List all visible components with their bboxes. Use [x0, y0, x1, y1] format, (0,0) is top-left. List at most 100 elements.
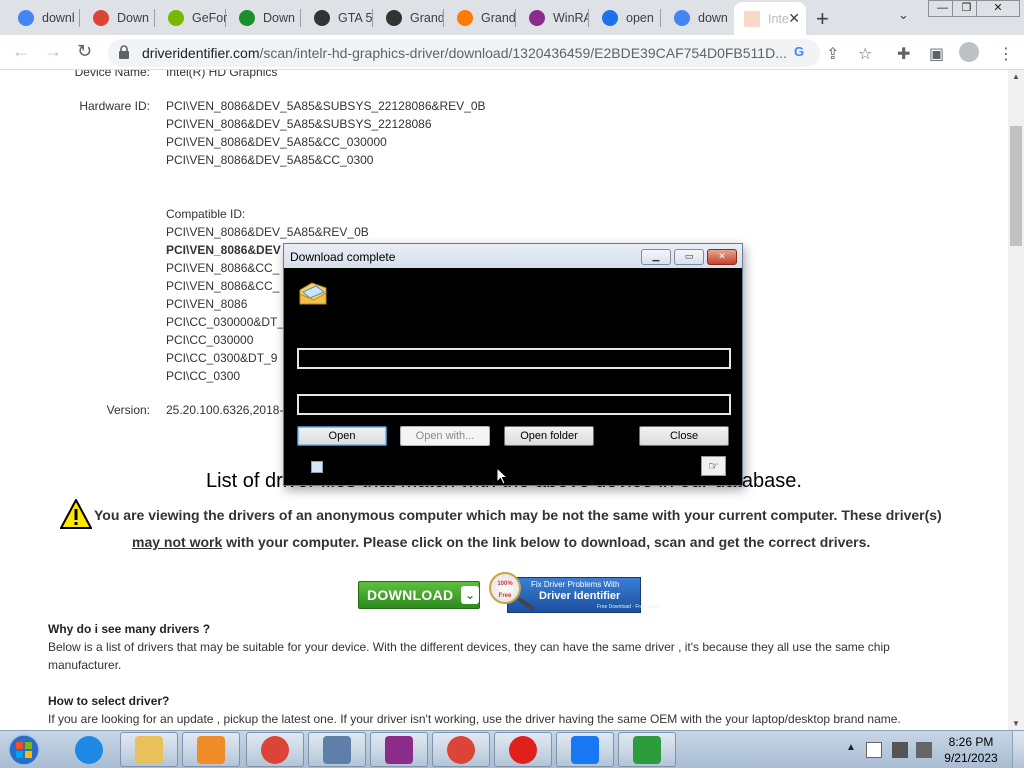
tab-3[interactable]: Down	[229, 4, 299, 31]
tab-search-chevron-icon[interactable]: ⌄	[898, 7, 909, 23]
taskbar-app-2[interactable]	[182, 732, 240, 767]
extensions-icon[interactable]: ✚	[897, 44, 910, 64]
download-button[interactable]: DOWNLOAD ⌄	[358, 581, 480, 609]
tab-title: Grand	[410, 10, 445, 25]
back-icon[interactable]: ←	[12, 41, 30, 62]
hand-pointer-icon[interactable]: ☞	[701, 456, 726, 476]
reload-icon[interactable]: ↻	[77, 41, 92, 62]
dont-show-again-checkbox[interactable]	[311, 461, 323, 473]
compatible-id-item: PCI\VEN_8086&DEV	[166, 243, 281, 257]
close-tab-icon[interactable]: ✕	[788, 10, 800, 27]
may-not-work-link[interactable]: may not work	[132, 534, 222, 550]
scroll-thumb[interactable]	[1010, 126, 1022, 246]
compatible-id-item: PCI\CC_0300&DT_9	[166, 351, 278, 365]
tab-separator	[443, 9, 444, 27]
free-badge: 100% Free	[489, 572, 521, 604]
compatible-id-item: PCI\CC_030000&DT_	[166, 315, 285, 329]
tab-title: GeFor	[192, 10, 228, 25]
warning-text-line2: may not work with your computer. Please …	[132, 534, 870, 550]
taskbar-app-1[interactable]	[120, 732, 178, 767]
system-clock[interactable]: 8:26 PM 9/21/2023	[936, 734, 1006, 766]
tab-7[interactable]: WinRA	[519, 4, 589, 31]
tab-separator	[588, 9, 589, 27]
compatible-id-label: Compatible ID:	[166, 207, 246, 221]
tab-separator	[154, 9, 155, 27]
dialog-maximize-button[interactable]: ▭	[674, 249, 704, 265]
download-label: DOWNLOAD	[367, 587, 454, 603]
taskbar-app-5[interactable]	[370, 732, 428, 767]
winrar-icon	[385, 735, 413, 764]
tab-2[interactable]: GeFor	[158, 4, 228, 31]
banner-line3: Free Download - Free Scan	[597, 604, 659, 610]
taskbar-app-6[interactable]	[432, 732, 490, 767]
tab-4[interactable]: GTA 5	[304, 4, 374, 31]
tab-6[interactable]: Grand	[447, 4, 517, 31]
share-icon[interactable]: ⇪	[826, 44, 839, 64]
page-scrollbar[interactable]: ▲ ▼	[1008, 70, 1024, 730]
gta-icon	[314, 9, 330, 26]
taskbar-app-8[interactable]	[556, 732, 614, 767]
tab-separator	[372, 9, 373, 27]
clock-date: 9/21/2023	[944, 751, 998, 765]
windows-start-button[interactable]	[6, 733, 42, 767]
tab-0[interactable]: downl	[8, 4, 78, 31]
taskbar-app-3[interactable]	[246, 732, 304, 767]
network-icon[interactable]	[892, 742, 908, 758]
taskbar-app-9[interactable]	[618, 732, 676, 767]
play-icon	[239, 9, 255, 26]
fix-driver-banner[interactable]: Fix Driver Problems With Driver Identifi…	[487, 570, 658, 616]
hardware-id-item: PCI\VEN_8086&DEV_5A85&CC_0300	[166, 153, 374, 167]
scroll-down-icon[interactable]: ▼	[1012, 719, 1020, 728]
taskbar: ▲ 8:26 PM 9/21/2023	[0, 730, 1024, 768]
taskbar-app-7[interactable]	[494, 732, 552, 767]
compatible-id-item: PCI\VEN_8086&DEV_5A85&REV_0B	[166, 225, 369, 239]
hardware-id-item: PCI\VEN_8086&DEV_5A85&CC_030000	[166, 135, 387, 149]
page-icon	[744, 10, 760, 27]
gta-icon	[386, 9, 402, 26]
show-desktop-button[interactable]	[1012, 731, 1024, 768]
open-with-button[interactable]: Open with...	[400, 426, 490, 446]
address-bar[interactable]: driveridentifier.com/scan/intelr-hd-grap…	[108, 39, 820, 67]
dialog-title-bar[interactable]: Download complete ▁ ▭ ✕	[284, 244, 742, 268]
url-host: driveridentifier.com	[142, 45, 260, 61]
tab-title: downl	[42, 10, 75, 25]
download-url-field[interactable]	[297, 348, 731, 369]
idm-icon	[633, 735, 661, 764]
why-text: Below is a list of drivers that may be s…	[48, 640, 890, 672]
open-button[interactable]: Open	[297, 426, 387, 446]
taskbar-app-4[interactable]	[308, 732, 366, 767]
tab-title: Down	[117, 10, 149, 25]
taskbar-app-0[interactable]	[60, 732, 118, 767]
browser-toolbar: ← → ↻ driveridentifier.com/scan/intelr-h…	[0, 35, 1024, 70]
tab-9[interactable]: down	[664, 4, 734, 31]
tab-5[interactable]: Grand	[376, 4, 446, 31]
scroll-up-icon[interactable]: ▲	[1012, 72, 1020, 81]
close-button[interactable]: Close	[639, 426, 729, 446]
ie-icon	[75, 735, 103, 764]
flag-icon[interactable]	[866, 742, 882, 758]
lock-icon	[119, 45, 129, 59]
compatible-id-item: PCI\VEN_8086	[166, 297, 248, 311]
dialog-minimize-button[interactable]: ▁	[641, 249, 671, 265]
opera-icon	[509, 735, 537, 764]
tab-1[interactable]: Down	[83, 4, 153, 31]
tray-expand-icon[interactable]: ▲	[846, 742, 856, 753]
volume-muted-icon[interactable]	[916, 742, 932, 758]
google-icon	[18, 9, 34, 26]
tab-8[interactable]: open	[592, 4, 662, 31]
google-lens-icon[interactable]: G	[794, 44, 804, 59]
compatible-id-item: PCI\CC_030000	[166, 333, 254, 347]
menu-kebab-icon[interactable]: ⋮	[998, 44, 1014, 64]
dialog-close-button[interactable]: ✕	[707, 249, 737, 265]
new-tab-button[interactable]: +	[816, 6, 829, 32]
profile-avatar-icon[interactable]	[959, 42, 979, 62]
download-path-field[interactable]	[297, 394, 731, 415]
tab-active[interactable]: Inte ✕	[734, 2, 806, 35]
tab-separator	[660, 9, 661, 27]
close-window-button[interactable]: ✕	[976, 0, 1020, 17]
bookmark-star-icon[interactable]: ☆	[858, 44, 872, 64]
forward-icon[interactable]: →	[44, 41, 62, 62]
side-panel-icon[interactable]: ▣	[929, 44, 944, 64]
tab-separator	[515, 9, 516, 27]
open-folder-button[interactable]: Open folder	[504, 426, 594, 446]
